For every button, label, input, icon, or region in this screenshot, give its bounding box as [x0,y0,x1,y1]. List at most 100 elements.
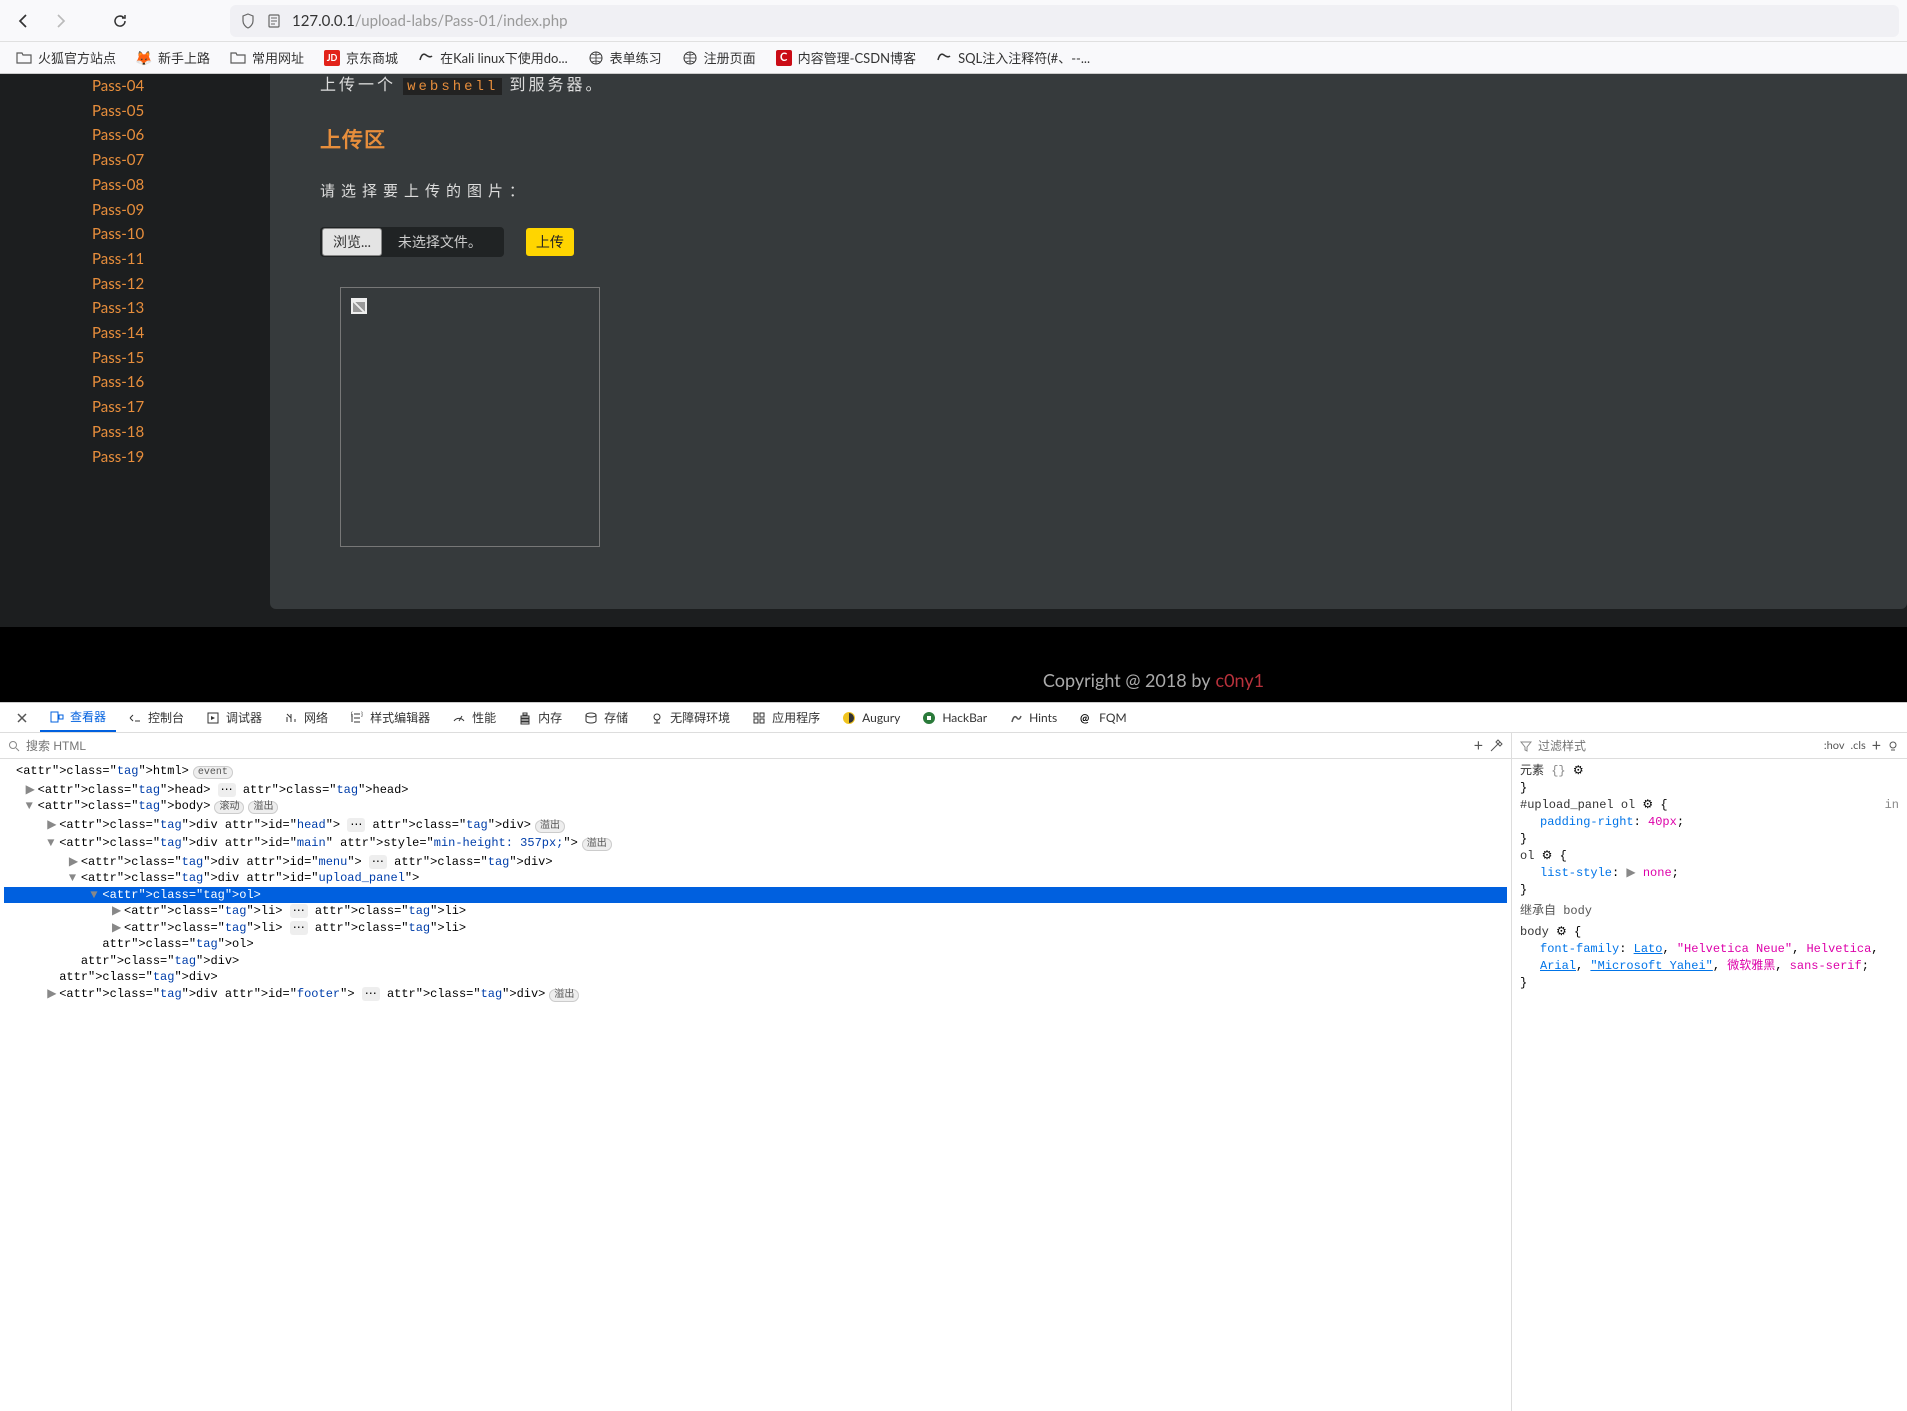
html-tree-node[interactable]: ▶<attr">class="tag">div attr">id="head">… [4,817,1507,836]
devtools-tab-应用程序[interactable]: 应用程序 [742,703,830,732]
sidebar-pass-link[interactable]: Pass-06 [92,123,152,148]
devtools-tab-样式编辑器[interactable]: {}样式编辑器 [340,703,440,732]
upload-heading: 上传区 [320,124,1907,154]
bookmark-item[interactable]: 表单练习 [580,44,670,71]
bookmark-item[interactable]: C内容管理-CSDN博客 [768,44,924,71]
c-icon: C [776,50,792,66]
html-tree-node[interactable]: ▼<attr">class="tag">div attr">id="upload… [4,870,1507,887]
tab-icon [50,710,64,724]
main-panel: 上传一个 webshell 到服务器。 上传区 请选择要上传的图片： 浏览...… [270,74,1907,609]
bookmarks-bar: 火狐官方站点🦊新手上路常用网址JD京东商城在Kali linux下使用do...… [0,42,1907,74]
devtools-tab-查看器[interactable]: 查看器 [40,703,116,732]
nav-reload-button[interactable] [104,5,136,37]
devtools-tab-Augury[interactable]: Augury [832,703,910,732]
light-icon[interactable] [1887,740,1899,752]
nav-forward-button[interactable] [44,5,76,37]
tab-icon [518,711,532,725]
svg-text:}: } [361,711,363,718]
devtools-close-icon[interactable] [6,707,38,729]
tab-icon [128,711,142,725]
sidebar-pass-link[interactable]: Pass-12 [92,272,152,297]
devtools-tab-控制台[interactable]: 控制台 [118,703,194,732]
styles-rules[interactable]: 元素 {} ⚙ } #upload_panel ol ⚙ {in padding… [1512,759,1907,1411]
html-tree-node[interactable]: ▶<attr">class="tag">li> ⋯ attr">class="t… [4,920,1507,937]
sidebar-pass-link[interactable]: Pass-19 [92,445,152,470]
html-tree-node[interactable]: ▼<attr">class="tag">body>滚动溢出 [4,798,1507,817]
url-bar[interactable]: 127.0.0.1/upload-labs/Pass-01/index.php [230,5,1899,37]
sidebar-pass-link[interactable]: Pass-05 [92,99,152,124]
pass-sidebar: Pass-04Pass-05Pass-06Pass-07Pass-08Pass-… [92,74,152,469]
html-tree-node[interactable]: ▶<attr">class="tag">div attr">id="footer… [4,986,1507,1005]
sidebar-pass-link[interactable]: Pass-07 [92,148,152,173]
tab-icon [1009,711,1023,725]
file-input[interactable]: 浏览... 未选择文件。 [320,227,504,257]
sidebar-pass-link[interactable]: Pass-15 [92,346,152,371]
devtools-tab-FQM[interactable]: @FQM [1069,703,1136,732]
html-tree-node[interactable]: attr">class="tag">ol> [4,936,1507,953]
devtools-tab-无障碍环境[interactable]: 无障碍环境 [640,703,740,732]
sidebar-pass-link[interactable]: Pass-08 [92,173,152,198]
nav-back-button[interactable] [8,5,40,37]
author-link[interactable]: c0ny1 [1215,669,1264,691]
folder-icon [230,50,246,66]
jd-icon: JD [324,50,340,66]
html-tree-node[interactable]: ▶<attr">class="tag">head> ⋯ attr">class=… [4,782,1507,799]
html-tree-node[interactable]: attr">class="tag">div> [4,969,1507,986]
page-icon [266,13,282,29]
sidebar-pass-link[interactable]: Pass-18 [92,420,152,445]
html-search-input[interactable] [26,739,1468,753]
bookmark-item[interactable]: 常用网址 [222,44,312,71]
sidebar-pass-link[interactable]: Pass-04 [92,74,152,99]
html-tree-node[interactable]: ▶<attr">class="tag">div attr">id="menu">… [4,854,1507,871]
folder-icon [16,50,32,66]
browser-nav-bar: 127.0.0.1/upload-labs/Pass-01/index.php [0,0,1907,42]
kali-icon [936,50,952,66]
html-tree-node[interactable]: attr">class="tag">div> [4,953,1507,970]
broken-image-icon [351,298,367,314]
sidebar-pass-link[interactable]: Pass-10 [92,222,152,247]
html-tree-node[interactable]: ▶<attr">class="tag">li> ⋯ attr">class="t… [4,903,1507,920]
bookmark-item[interactable]: JD京东商城 [316,44,406,71]
devtools-tab-HackBar[interactable]: HackBar [912,703,997,732]
sidebar-pass-link[interactable]: Pass-17 [92,395,152,420]
browse-button[interactable]: 浏览... [322,228,382,256]
tab-icon: {} [350,711,364,725]
hov-toggle[interactable]: :hov [1824,739,1845,752]
devtools-tab-调试器[interactable]: 调试器 [196,703,272,732]
html-tree-node[interactable]: ▼<attr">class="tag">div attr">id="main" … [4,835,1507,854]
sidebar-pass-link[interactable]: Pass-11 [92,247,152,272]
html-tree[interactable]: <attr">class="tag">html>event ▶<attr">cl… [0,759,1511,1411]
html-tree-node[interactable]: ▼<attr">class="tag">ol> [4,887,1507,904]
html-tree-node[interactable]: <attr">class="tag">html>event [4,763,1507,782]
add-rule-icon[interactable]: + [1872,736,1881,755]
devtools-tabs: 查看器控制台调试器网络{}样式编辑器性能内存存储无障碍环境应用程序AuguryH… [0,703,1907,733]
bookmark-item[interactable]: 🦊新手上路 [128,44,218,71]
sidebar-pass-link[interactable]: Pass-16 [92,370,152,395]
upload-button[interactable]: 上传 [526,228,574,256]
url-path: /upload-labs/Pass-01/index.php [355,12,568,30]
bookmark-item[interactable]: 火狐官方站点 [8,44,124,71]
sidebar-pass-link[interactable]: Pass-13 [92,296,152,321]
devtools: 查看器控制台调试器网络{}样式编辑器性能内存存储无障碍环境应用程序AuguryH… [0,702,1907,1411]
bookmark-item[interactable]: 注册页面 [674,44,764,71]
devtools-tab-存储[interactable]: 存储 [574,703,638,732]
devtools-tab-Hints[interactable]: Hints [999,703,1067,732]
sidebar-pass-link[interactable]: Pass-09 [92,198,152,223]
eyedropper-icon[interactable] [1489,739,1503,753]
devtools-tab-内存[interactable]: 内存 [508,703,572,732]
tab-icon: @ [1079,711,1093,725]
bookmark-item[interactable]: 在Kali linux下使用do... [410,44,576,71]
add-icon[interactable]: + [1474,736,1483,755]
tab-icon [650,711,664,725]
devtools-tab-网络[interactable]: 网络 [274,703,338,732]
sidebar-pass-link[interactable]: Pass-14 [92,321,152,346]
image-preview [340,287,600,547]
bookmark-item[interactable]: SQL注入注释符(#、--... [928,44,1098,71]
page-content: Pass-04Pass-05Pass-06Pass-07Pass-08Pass-… [0,74,1907,627]
svg-text:@: @ [1080,712,1089,725]
upload-form: 浏览... 未选择文件。 上传 [320,227,1907,257]
devtools-tab-性能[interactable]: 性能 [442,703,506,732]
cls-toggle[interactable]: .cls [1851,739,1866,752]
devtools-inspector-panel: + <attr">class="tag">html>event ▶<attr">… [0,733,1512,1411]
styles-filter-input[interactable] [1538,739,1818,753]
